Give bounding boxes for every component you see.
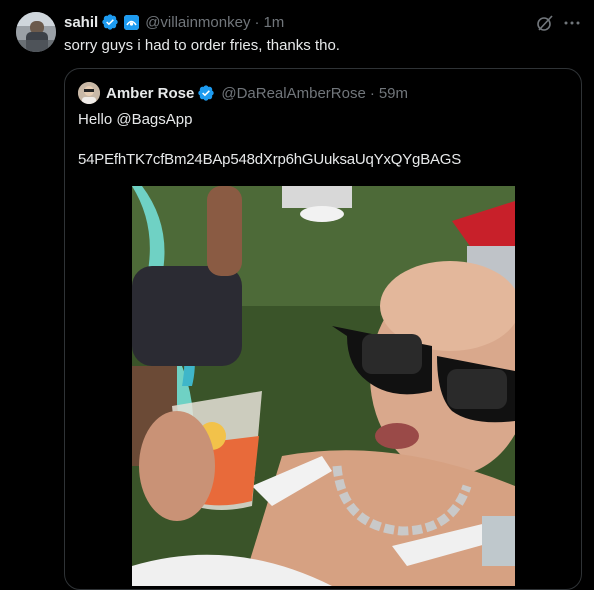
quoted-post-photo[interactable] xyxy=(132,186,515,586)
author-avatar[interactable] xyxy=(16,12,56,52)
post-header: sahil @villainmonkey · 1m xyxy=(64,12,284,32)
quoted-author-name: Amber Rose xyxy=(106,84,195,102)
separator-dot: · xyxy=(369,84,375,102)
post-text: sorry guys i had to order fries, thanks … xyxy=(64,37,340,54)
quoted-author-handle: @DaRealAmberRose xyxy=(221,84,366,102)
author-name[interactable]: sahil xyxy=(64,14,98,31)
more-options-icon xyxy=(564,21,580,25)
quoted-post-header: Amber Rose @DaRealAmberRose · 59m xyxy=(78,82,408,104)
quoted-post-text-line2: 54PEfhTK7cfBm24BAp548dXrp6hGUuksaUqYxQYg… xyxy=(78,151,462,168)
author-handle[interactable]: @villainmonkey xyxy=(145,14,250,31)
verified-badge-icon[interactable] xyxy=(101,13,119,31)
grok-button[interactable] xyxy=(534,12,556,34)
grok-icon xyxy=(537,15,553,31)
quoted-post-timestamp: 59m xyxy=(378,84,408,102)
quoted-avatar-image xyxy=(78,82,100,104)
separator-dot: · xyxy=(254,13,260,31)
verified-badge-icon xyxy=(198,85,215,101)
quoted-post-text-line1: Hello @BagsApp xyxy=(78,111,193,128)
more-options-button[interactable] xyxy=(561,12,583,34)
avatar-image xyxy=(16,12,56,52)
quoted-author-avatar xyxy=(78,82,100,104)
photo-image xyxy=(132,186,515,586)
affiliation-badge-icon[interactable] xyxy=(124,14,140,30)
post-timestamp[interactable]: 1m xyxy=(263,14,284,31)
quoted-post-card[interactable]: Amber Rose @DaRealAmberRose · 59m Hello … xyxy=(64,68,582,590)
